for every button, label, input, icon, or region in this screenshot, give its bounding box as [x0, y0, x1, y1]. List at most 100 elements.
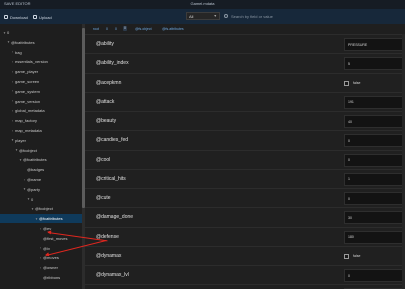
tree-item[interactable]: › game_version [0, 97, 82, 106]
breadcrumb-item[interactable]: @fs.object [135, 27, 152, 31]
tree-item[interactable]: ▾ @fcattributes [0, 155, 82, 164]
upload-button[interactable]: Upload [33, 14, 52, 20]
field-row: @damage_done 30 [85, 207, 405, 226]
tree-item[interactable]: ▾ @fcobject [0, 146, 82, 155]
breadcrumb-item[interactable]: 0 [123, 26, 127, 31]
field-value-text: 0 [348, 138, 350, 143]
field-value-text: 191 [348, 100, 354, 105]
field-row: @cute 0 [85, 188, 405, 207]
tree-item-label: @fcattributes [23, 157, 47, 163]
field-value-text: 0 [348, 196, 350, 201]
field-row: @ability_index 5 [85, 53, 405, 72]
field-value-input[interactable]: 30 [344, 211, 403, 225]
field-value-text: 0 [348, 273, 350, 278]
field-row: @beauty 40 [85, 111, 405, 130]
field-label: @cute [96, 195, 111, 201]
tree-item-label: essentials_version [15, 59, 48, 65]
download-label: Download [10, 14, 28, 20]
field-value-input[interactable]: 5 [344, 57, 403, 71]
field-checkbox[interactable] [344, 80, 349, 86]
field-label: @critical_hits [96, 175, 126, 182]
tree-item-label: map_metadata [15, 128, 42, 133]
field-value-input[interactable]: 191 [344, 95, 403, 109]
tree-item-label: game_player [15, 69, 39, 75]
tree-item-label: @party [27, 186, 40, 192]
field-value-input[interactable]: 0 [344, 269, 403, 282]
tree-item[interactable]: › game_player [0, 67, 82, 76]
chevron-down-icon: ▼ [213, 14, 217, 18]
search-placeholder: Search by field or value [231, 13, 273, 19]
upload-label: Upload [39, 14, 52, 20]
title-bar: SAVE EDITOR Gamel.mdata [0, 0, 405, 9]
field-value-text: 40 [348, 119, 352, 124]
tree-item-label: global_metadata [15, 108, 45, 114]
tree-item-label: @first_moves [43, 235, 68, 241]
breadcrumb-item[interactable]: @fs.attributes [162, 27, 184, 31]
tree-item[interactable]: › @moves [0, 253, 82, 262]
field-label: @candies_fed [96, 137, 129, 144]
filter-select-value: All [189, 13, 194, 19]
tree-item-label: @fcobject [19, 147, 37, 153]
tree-item[interactable]: › essentials_version [0, 57, 82, 66]
field-label: @attack [96, 98, 115, 105]
filter-select[interactable]: All ▼ [186, 12, 220, 20]
field-value-input[interactable]: 0 [344, 192, 403, 205]
upload-icon [33, 15, 37, 19]
tree-item[interactable]: ▾ 0 [0, 195, 82, 204]
window-title: Gamel.mdata [190, 1, 215, 6]
field-label: @damage_done [96, 214, 134, 221]
field-row: @critical_hits 1 [85, 168, 405, 188]
field-row: @dynamax_able [85, 284, 405, 289]
tree-item-label: @ribbons [43, 275, 61, 280]
tree-item[interactable]: @ribbons [0, 273, 82, 282]
search-input[interactable]: Search by field or value [222, 12, 400, 20]
tree-item[interactable]: › game_screen [0, 77, 82, 86]
tree-item[interactable]: @badges [0, 165, 82, 174]
tree-item[interactable]: ▾ 0 [0, 28, 82, 37]
tree-item-label: 0 [7, 30, 10, 35]
field-label: @cool [96, 156, 111, 163]
tree-item-label: @owner [43, 265, 58, 271]
field-value-input[interactable]: 40 [344, 115, 403, 128]
field-checkbox[interactable] [344, 253, 349, 259]
breadcrumb-item[interactable]: 0 [106, 27, 108, 31]
tree-item-label: game_version [15, 98, 41, 104]
tree-item[interactable]: › @name [0, 175, 82, 184]
tree-item[interactable]: ▾ @party [0, 185, 82, 194]
tree-item[interactable]: ▾ @fcattributes [0, 214, 82, 224]
tree-item[interactable]: › @ev [0, 224, 82, 233]
field-row: @ability PRESSURE [85, 34, 405, 53]
field-value-input[interactable]: PRESSURE [344, 38, 403, 51]
field-value-text: 5 [348, 61, 350, 66]
tree-item[interactable]: ▾ @fcobject [0, 204, 82, 213]
tree-item[interactable]: › game_system [0, 87, 82, 96]
field-value-input[interactable]: 0 [344, 153, 403, 167]
tree-item-label: @name [27, 177, 42, 182]
field-value-input[interactable]: 180 [344, 230, 403, 244]
tree-item[interactable]: ▾ player [0, 136, 82, 145]
download-button[interactable]: Download [4, 14, 28, 20]
tree-item[interactable]: ▾ @fcattributes [0, 38, 82, 47]
field-row: @attack 191 [85, 91, 405, 111]
download-icon [4, 15, 8, 19]
field-value-text: 1 [348, 177, 350, 182]
tree-item[interactable]: › @owner [0, 263, 82, 272]
field-label: @ability [96, 41, 114, 47]
field-value-input[interactable]: 1 [344, 172, 403, 186]
tree-item-label: 0 [31, 196, 34, 202]
field-value-input[interactable]: 0 [344, 134, 403, 148]
tree-item-label: map_factory [15, 118, 38, 124]
tree-item[interactable]: › map_metadata [0, 126, 82, 135]
field-label: @acepkmn [96, 79, 122, 86]
tree-item[interactable]: › bag [0, 48, 82, 57]
search-icon [224, 14, 228, 18]
tree-item[interactable]: › global_metadata [0, 106, 82, 115]
field-label: @dynamax [96, 252, 122, 259]
tree-item-label: game_screen [15, 79, 40, 84]
field-row: @dynamax_lvl 0 [85, 265, 405, 284]
tree-item[interactable]: › map_factory [0, 116, 82, 125]
field-label: @dynamax_lvl [96, 272, 129, 278]
tree-item-label: @fcobject [35, 206, 53, 212]
breadcrumb-item[interactable]: 0 [115, 27, 117, 31]
breadcrumb-item[interactable]: root [93, 27, 99, 31]
